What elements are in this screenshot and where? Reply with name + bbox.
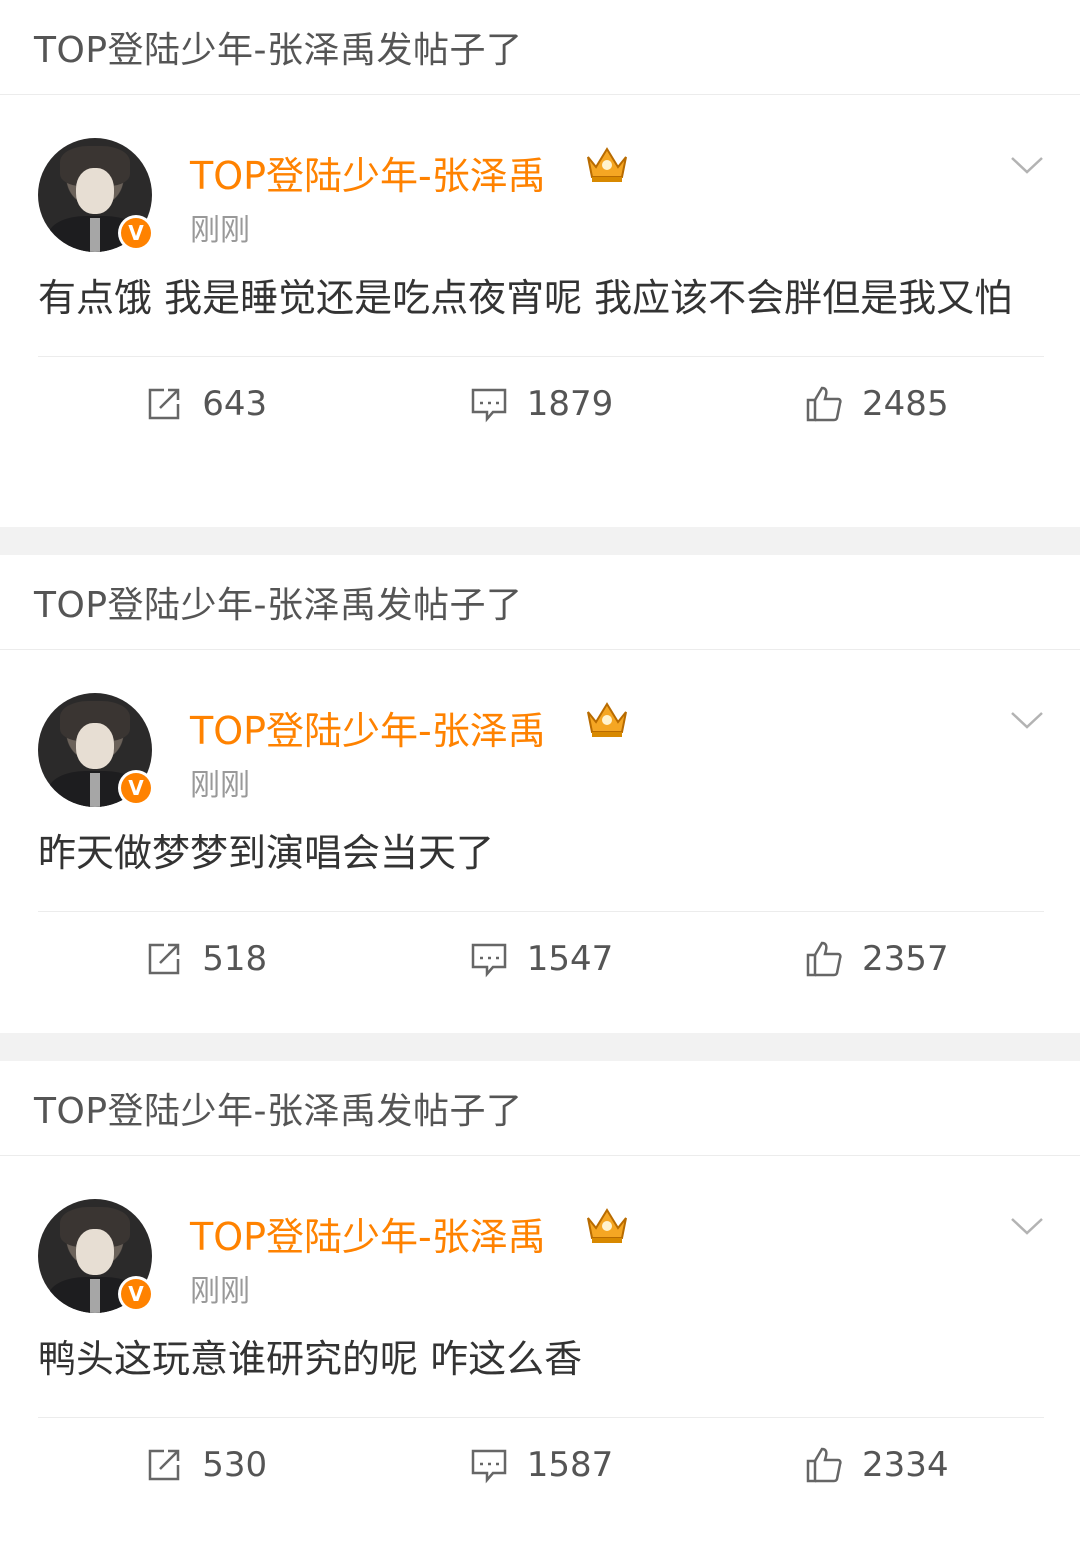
- verified-badge: V: [118, 215, 154, 251]
- like-icon: [806, 941, 842, 977]
- chevron-down-icon[interactable]: [1010, 155, 1044, 175]
- repost-button[interactable]: 530: [38, 1445, 373, 1485]
- post-card: TOP登陆少年-张泽禹发帖子了 V TOP登陆少年-张泽禹 刚刚 有点饿 我是睡…: [0, 0, 1080, 527]
- author-row: V TOP登陆少年-张泽禹 刚刚: [38, 95, 1044, 260]
- post-card: TOP登陆少年-张泽禹发帖子了 V TOP登陆少年-张泽禹 刚刚 鸭头这玩意谁研…: [0, 1061, 1080, 1542]
- repost-icon: [148, 1449, 180, 1481]
- repost-count: 643: [202, 384, 268, 424]
- like-button[interactable]: 2334: [709, 1445, 1044, 1485]
- comment-count: 1879: [526, 384, 614, 424]
- author-row: V TOP登陆少年-张泽禹 刚刚: [38, 650, 1044, 815]
- author-name[interactable]: TOP登陆少年-张泽禹: [190, 1206, 546, 1261]
- card-header: TOP登陆少年-张泽禹发帖子了: [0, 1061, 1080, 1156]
- comment-count: 1547: [526, 939, 614, 979]
- crown-icon: [587, 1208, 627, 1243]
- card-header-text: TOP登陆少年-张泽禹发帖子了: [34, 585, 523, 626]
- repost-icon: [148, 388, 180, 420]
- card-header-text: TOP登陆少年-张泽禹发帖子了: [34, 1091, 523, 1132]
- post-feed: TOP登陆少年-张泽禹发帖子了 V TOP登陆少年-张泽禹 刚刚 有点饿 我是睡…: [0, 0, 1080, 1542]
- comment-icon: [471, 943, 506, 978]
- verified-badge: V: [118, 770, 154, 806]
- comment-icon: [471, 388, 506, 423]
- post-text: 有点饿 我是睡觉还是吃点夜宵呢 我应该不会胖但是我又怕: [38, 276, 1013, 320]
- post-text: 鸭头这玩意谁研究的呢 咋这么香: [38, 1337, 583, 1381]
- like-count: 2485: [862, 384, 949, 424]
- like-icon: [806, 1447, 842, 1483]
- comment-button[interactable]: 1547: [373, 939, 708, 979]
- like-button[interactable]: 2485: [709, 384, 1044, 424]
- chevron-down-icon[interactable]: [1010, 1216, 1044, 1236]
- post-time: 刚刚: [190, 768, 250, 803]
- author-name[interactable]: TOP登陆少年-张泽禹: [190, 700, 546, 755]
- post-body: V TOP登陆少年-张泽禹 刚刚 有点饿 我是睡觉还是吃点夜宵呢 我应该不会胖但…: [0, 95, 1080, 451]
- repost-count: 518: [202, 939, 268, 979]
- post-time: 刚刚: [190, 213, 250, 248]
- post-body: V TOP登陆少年-张泽禹 刚刚 昨天做梦梦到演唱会当天了 518 1547 2…: [0, 650, 1080, 1006]
- verified-badge: V: [118, 1276, 154, 1312]
- post-actions: 518 1547 2357: [38, 911, 1044, 1006]
- crown-icon: [587, 702, 627, 737]
- author-row: V TOP登陆少年-张泽禹 刚刚: [38, 1156, 1044, 1321]
- post-actions: 530 1587 2334: [38, 1417, 1044, 1512]
- post-time: 刚刚: [190, 1274, 250, 1309]
- card-header: TOP登陆少年-张泽禹发帖子了: [0, 0, 1080, 95]
- comment-button[interactable]: 1879: [373, 384, 708, 424]
- repost-button[interactable]: 643: [38, 384, 373, 424]
- like-button[interactable]: 2357: [709, 939, 1044, 979]
- card-header-text: TOP登陆少年-张泽禹发帖子了: [34, 30, 523, 71]
- post-body: V TOP登陆少年-张泽禹 刚刚 鸭头这玩意谁研究的呢 咋这么香 530 158…: [0, 1156, 1080, 1512]
- like-count: 2334: [862, 1445, 949, 1485]
- post-actions: 643 1879 2485: [38, 356, 1044, 451]
- card-header: TOP登陆少年-张泽禹发帖子了: [0, 555, 1080, 650]
- comment-count: 1587: [526, 1445, 614, 1485]
- post-text: 昨天做梦梦到演唱会当天了: [38, 831, 495, 875]
- author-name[interactable]: TOP登陆少年-张泽禹: [190, 145, 546, 200]
- repost-icon: [148, 943, 180, 975]
- crown-icon: [587, 147, 627, 182]
- repost-count: 530: [202, 1445, 268, 1485]
- repost-button[interactable]: 518: [38, 939, 373, 979]
- post-card: TOP登陆少年-张泽禹发帖子了 V TOP登陆少年-张泽禹 刚刚 昨天做梦梦到演…: [0, 555, 1080, 1033]
- comment-icon: [471, 1449, 506, 1484]
- chevron-down-icon[interactable]: [1010, 710, 1044, 730]
- like-count: 2357: [862, 939, 949, 979]
- comment-button[interactable]: 1587: [373, 1445, 708, 1485]
- like-icon: [806, 386, 842, 422]
